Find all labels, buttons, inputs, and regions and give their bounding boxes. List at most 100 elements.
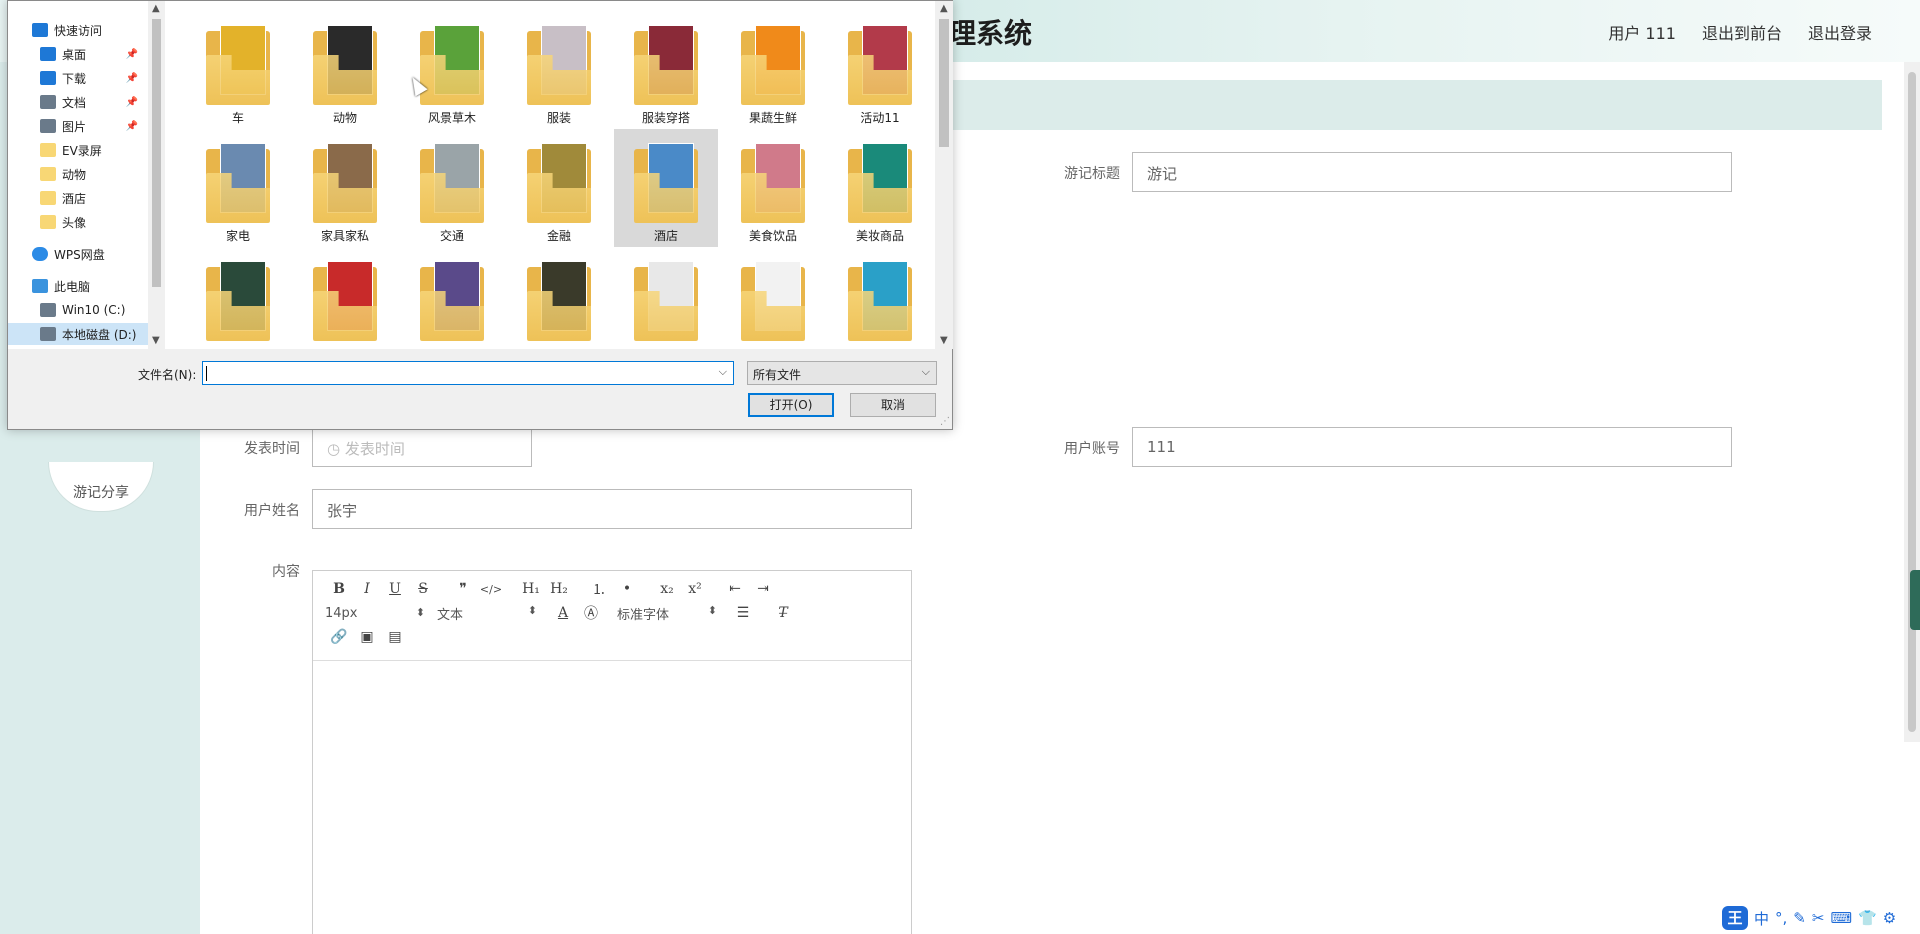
keyboard-icon[interactable]: ⌨ xyxy=(1830,909,1852,927)
punctuation-icon[interactable]: °, xyxy=(1775,909,1787,927)
logout-link[interactable]: 退出登录 xyxy=(1808,20,1872,44)
indent-icon[interactable]: ⇥ xyxy=(749,581,777,597)
folder-item[interactable]: 金融 xyxy=(507,129,611,247)
scroll-down-icon[interactable]: ▼ xyxy=(940,335,948,346)
clear-format-icon[interactable]: T̶ xyxy=(769,605,797,621)
nav-item[interactable]: 本地磁盘 (D:) xyxy=(8,323,148,345)
folder-item[interactable]: 风景草木 xyxy=(400,11,504,129)
folder-item[interactable]: 动物 xyxy=(293,11,397,129)
folder-item[interactable] xyxy=(721,247,825,349)
files-pane-scrollbar-thumb[interactable] xyxy=(939,19,949,147)
nav-item[interactable]: 文档 📌 xyxy=(8,91,148,113)
resize-grip-icon[interactable]: ⋰ xyxy=(940,416,950,427)
page-scrollbar[interactable] xyxy=(1904,62,1920,742)
nav-item[interactable]: 此电脑 xyxy=(8,275,148,297)
nav-item-label: 图片 xyxy=(62,119,87,134)
nav-item[interactable]: EV录屏 xyxy=(8,139,148,161)
filetype-select[interactable]: 所有文件 ⌵ xyxy=(747,361,937,385)
folder-item[interactable]: 服装 xyxy=(507,11,611,129)
folder-item[interactable] xyxy=(614,247,718,349)
nav-item[interactable]: 头像 xyxy=(8,211,148,233)
heading2-icon[interactable]: H₂ xyxy=(545,581,573,597)
folder-item[interactable]: 交通 xyxy=(400,129,504,247)
ordered-list-icon[interactable]: ⒈ xyxy=(585,579,613,599)
folder-item[interactable] xyxy=(293,247,397,349)
user-menu-link[interactable]: 用户 111 xyxy=(1608,20,1676,44)
background-color-icon[interactable]: Ⓐ xyxy=(577,603,605,623)
account-field-label: 用户账号 xyxy=(1064,441,1120,457)
nav-item-label: 酒店 xyxy=(62,191,87,206)
pen-icon[interactable]: ✎ xyxy=(1793,909,1806,927)
folder-item[interactable]: 家具家私 xyxy=(293,129,397,247)
folder-item[interactable]: 家电 xyxy=(186,129,290,247)
files-pane-scrollbar[interactable]: ▲ ▼ xyxy=(935,1,953,349)
video-icon[interactable]: ▤ xyxy=(381,629,409,645)
nav-item[interactable]: 下载 📌 xyxy=(8,67,148,89)
folder-item[interactable]: 美食饮品 xyxy=(721,129,825,247)
link-icon[interactable]: 🔗 xyxy=(325,629,353,645)
nav-item[interactable]: 桌面 📌 xyxy=(8,43,148,65)
ime-mode-toggle[interactable]: 中 xyxy=(1754,908,1769,929)
font-color-icon[interactable]: A xyxy=(549,605,577,621)
folder-item[interactable] xyxy=(186,247,290,349)
block-type-select[interactable]: 文本 xyxy=(437,604,549,623)
folder-icon xyxy=(634,143,698,223)
nav-pane-scrollbar[interactable]: ▲ ▼ xyxy=(148,1,165,349)
folder-item[interactable]: 活动11 xyxy=(828,11,932,129)
nav-item[interactable]: 图片 📌 xyxy=(8,115,148,137)
folder-item[interactable]: 美妆商品 xyxy=(828,129,932,247)
skin-icon[interactable]: 👕 xyxy=(1858,909,1877,927)
superscript-icon[interactable]: x² xyxy=(681,581,709,597)
nav-item[interactable]: 快速访问 xyxy=(8,19,148,41)
nav-item[interactable]: Win10 (C:) xyxy=(8,299,148,321)
subscript-icon[interactable]: x₂ xyxy=(653,581,681,597)
font-size-select[interactable]: 14px xyxy=(325,606,437,621)
bold-icon[interactable]: B xyxy=(325,581,353,597)
bullet-list-icon[interactable]: • xyxy=(613,581,641,597)
title-field[interactable]: 游记 xyxy=(1132,152,1732,192)
account-field[interactable]: 111 xyxy=(1132,427,1732,467)
settings-icon[interactable]: ⚙ xyxy=(1883,909,1896,927)
folder-item[interactable]: 车 xyxy=(186,11,290,129)
scroll-up-icon[interactable]: ▲ xyxy=(940,3,948,14)
folder-item[interactable]: 酒店 xyxy=(614,129,718,247)
code-block-icon[interactable]: </> xyxy=(477,583,505,596)
nav-item[interactable]: 动物 xyxy=(8,163,148,185)
folder-item[interactable]: 果蔬生鲜 xyxy=(721,11,825,129)
scissors-icon[interactable]: ✂ xyxy=(1812,909,1825,927)
folder-icon xyxy=(206,143,270,223)
folder-item[interactable]: 服装穿搭 xyxy=(614,11,718,129)
folder-item[interactable] xyxy=(400,247,504,349)
ime-logo-icon[interactable]: 王 xyxy=(1722,906,1748,930)
font-family-select[interactable]: 标准字体 xyxy=(617,604,729,623)
folder-item[interactable] xyxy=(828,247,932,349)
page-scrollbar-thumb[interactable] xyxy=(1908,72,1916,732)
sidebar-item-travel-share[interactable]: 游记分享 xyxy=(48,462,154,512)
editor-content-area[interactable] xyxy=(313,661,911,931)
name-field[interactable]: 张宇 xyxy=(312,489,912,529)
side-widget-tab[interactable] xyxy=(1910,570,1920,630)
strikethrough-icon[interactable]: S xyxy=(409,581,437,597)
italic-icon[interactable]: I xyxy=(353,581,381,597)
chevron-down-icon[interactable]: ⌵ xyxy=(719,365,727,379)
nav-pane-scrollbar-thumb[interactable] xyxy=(152,19,161,287)
outdent-icon[interactable]: ⇤ xyxy=(721,581,749,597)
filename-input[interactable]: ⌵ xyxy=(202,361,734,385)
heading1-icon[interactable]: H₁ xyxy=(517,581,545,597)
exit-to-frontend-link[interactable]: 退出到前台 xyxy=(1702,20,1782,44)
drive-icon xyxy=(40,303,56,317)
blockquote-icon[interactable]: ❞ xyxy=(449,581,477,597)
nav-item[interactable]: 酒店 xyxy=(8,187,148,209)
underline-icon[interactable]: U xyxy=(381,581,409,597)
sidebar-item-label: 游记分享 xyxy=(73,485,129,501)
folder-name: 美妆商品 xyxy=(855,229,904,243)
cancel-button[interactable]: 取消 xyxy=(850,393,936,417)
time-field[interactable]: ◷ 发表时间 xyxy=(312,427,532,467)
image-icon[interactable]: ▣ xyxy=(353,629,381,645)
align-icon[interactable]: ☰ xyxy=(729,605,757,621)
scroll-down-icon[interactable]: ▼ xyxy=(152,335,160,346)
open-button[interactable]: 打开(O) xyxy=(748,393,834,417)
scroll-up-icon[interactable]: ▲ xyxy=(152,3,160,14)
folder-item[interactable] xyxy=(507,247,611,349)
nav-item[interactable]: WPS网盘 xyxy=(8,243,148,265)
